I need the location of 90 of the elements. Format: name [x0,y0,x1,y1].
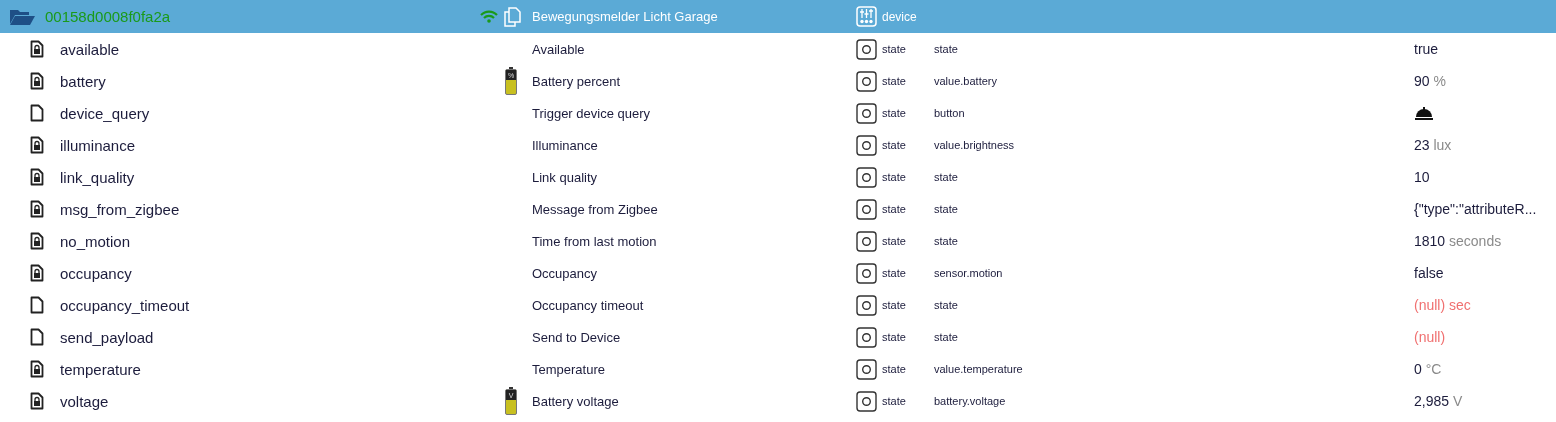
device-id: 00158d0008f0fa2a [45,8,172,25]
state-role: state [934,235,959,247]
state-type: state [882,203,907,215]
state-type: state [882,363,907,375]
locked-file-icon [30,232,44,250]
value-text: 90 % [1414,73,1446,89]
state-type: state [882,171,907,183]
state-role: state [934,331,959,343]
state-type-icon [856,358,877,380]
state-type-icon [856,70,877,92]
locked-file-icon [30,200,44,218]
state-name: Battery voltage [532,393,620,409]
state-type-icon [856,198,877,220]
state-name: Illuminance [532,137,599,153]
state-id: available [60,40,121,58]
state-id: temperature [60,360,142,378]
state-type: state [882,75,907,87]
value-text: false [1414,265,1444,281]
device-type: device [882,9,918,24]
state-id: occupancy [60,264,133,282]
state-role: value.battery [934,75,998,87]
state-id: link_quality [60,168,136,186]
file-icon [30,104,44,122]
locked-file-icon [30,168,44,186]
state-role: state [934,203,959,215]
state-role: sensor.motion [934,267,1004,279]
value-text: 10 [1414,169,1430,185]
state-type-icon [856,294,877,316]
state-role: button [934,107,966,119]
state-type-icon [856,230,877,252]
copy-icon[interactable] [504,6,521,27]
value-text: 0 °C [1414,361,1442,377]
state-name: Available [532,41,586,57]
state-type-icon [856,102,877,124]
value-text: (null) sec [1414,297,1471,313]
value-text: {"type":"attributeR... [1414,201,1537,217]
state-type: state [882,139,907,151]
state-name: Message from Zigbee [532,201,659,217]
value-text: (null) [1414,329,1446,345]
locked-file-icon [30,360,44,378]
state-type: state [882,107,907,119]
state-type: state [882,267,907,279]
value-text: 2,985 V [1414,393,1463,409]
folder-icon[interactable] [9,7,35,26]
state-id: battery [60,72,107,90]
state-name: Occupancy [532,265,599,281]
state-name: Battery percent [532,73,622,89]
state-name: Link quality [532,169,599,185]
state-type-icon [856,166,877,188]
value-text: 23 lux [1414,137,1452,153]
locked-file-icon [30,72,44,90]
file-icon [30,328,44,346]
state-type-icon [856,38,877,60]
locked-file-icon [30,40,44,58]
state-id: send_payload [60,328,155,346]
file-icon [30,296,44,314]
state-name: Occupancy timeout [532,297,645,313]
state-name: Send to Device [532,329,622,345]
state-type: state [882,43,907,55]
bell-icon[interactable] [1414,106,1434,120]
state-name: Trigger device query [532,105,651,121]
state-type-icon [856,390,877,412]
locked-file-icon [30,136,44,154]
state-type: state [882,299,907,311]
state-id: msg_from_zigbee [60,200,181,218]
state-role: state [934,299,959,311]
state-id: illuminance [60,136,137,154]
locked-file-icon [30,264,44,282]
state-id: no_motion [60,232,132,250]
value-text: 1810 seconds [1414,233,1502,249]
state-id: voltage [60,392,110,410]
state-id: occupancy_timeout [60,296,191,314]
state-name: Time from last motion [532,233,658,249]
state-type-icon [856,134,877,156]
device-type-icon [856,6,877,27]
value-text: true [1414,41,1439,57]
state-type-icon [856,326,877,348]
locked-file-icon [30,392,44,410]
state-type: state [882,235,907,247]
state-id: device_query [60,104,151,122]
state-role: battery.voltage [934,395,1007,407]
state-role: state [934,43,959,55]
state-type: state [882,395,907,407]
state-role: value.temperature [934,363,1024,375]
state-name: Temperature [532,361,606,377]
state-type: state [882,331,907,343]
state-role: value.brightness [934,139,1016,151]
device-name: Bewegungsmelder Licht Garage [532,9,719,24]
state-role: state [934,171,959,183]
state-type-icon [856,262,877,284]
